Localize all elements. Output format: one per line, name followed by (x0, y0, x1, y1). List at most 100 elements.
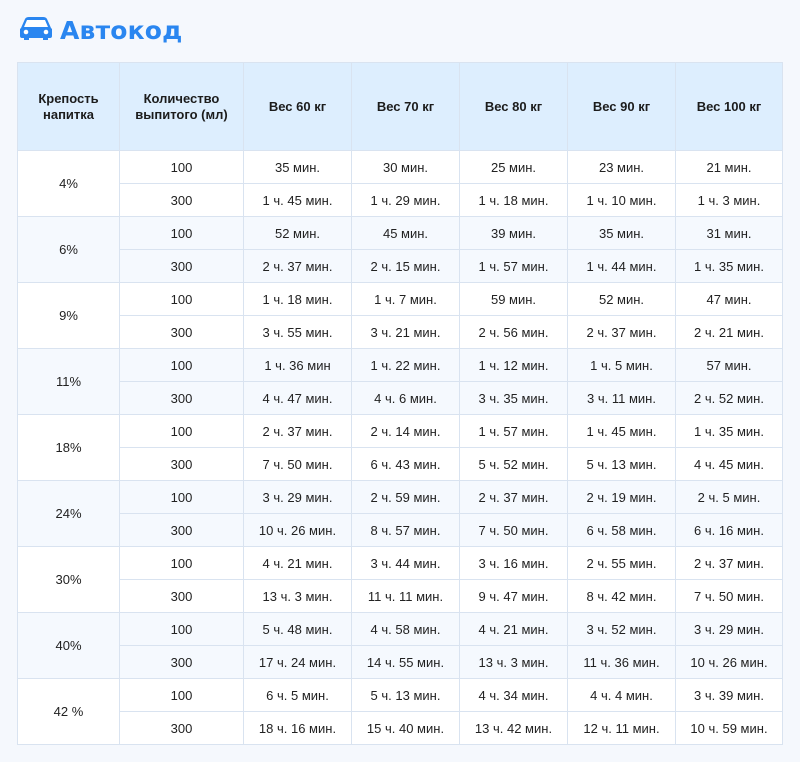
table-row: 300 13 ч. 3 мин. 11 ч. 11 мин. 9 ч. 47 мин.… (18, 579, 783, 613)
time-cell: 2 ч. 14 мин. (351, 414, 460, 448)
time-cell: 3 ч. 29 мин. (243, 480, 352, 514)
time-cell: 13 ч. 3 мин. (459, 645, 568, 679)
time-cell: 5 ч. 13 мин. (351, 678, 460, 712)
time-cell: 6 ч. 5 мин. (243, 678, 352, 712)
table-row: 42 % 100 6 ч. 5 мин. 5 ч. 13 мин. 4 ч. 34 ми… (17, 678, 783, 745)
time-cell: 2 ч. 37 мин. (243, 249, 352, 283)
strength-cell: 9% (17, 282, 120, 349)
time-cell: 1 ч. 5 мин. (567, 348, 676, 382)
time-cell: 8 ч. 57 мин. (351, 513, 460, 547)
time-cell: 35 мин. (567, 216, 676, 250)
time-cell: 18 ч. 16 мин. (243, 711, 352, 745)
amount-cell: 300 (119, 447, 244, 481)
strength-cell: 18% (17, 414, 120, 481)
amount-cell: 300 (119, 645, 244, 679)
time-cell: 17 ч. 24 мин. (243, 645, 352, 679)
time-cell: 2 ч. 37 мин. (675, 546, 783, 580)
strength-cell: 4% (17, 150, 120, 217)
time-cell: 4 ч. 6 мин. (351, 381, 460, 415)
column-header: Вес 90 кг (567, 62, 676, 151)
time-cell: 6 ч. 43 мин. (351, 447, 460, 481)
amount-cell: 100 (119, 348, 244, 382)
amount-cell: 100 (119, 282, 244, 316)
time-cell: 1 ч. 18 мин. (243, 282, 352, 316)
time-cell: 4 ч. 34 мин. (459, 678, 568, 712)
time-cell: 23 мин. (567, 150, 676, 184)
time-cell: 2 ч. 37 мин. (243, 414, 352, 448)
table-body: 4% 100 35 мин. 30 мин. 25 мин. 23 мин. 21 мин.… (17, 150, 783, 745)
table-row: 4% 100 35 мин. 30 мин. 25 мин. 23 мин. 21 мин. (17, 150, 783, 217)
time-cell: 39 мин. (459, 216, 568, 250)
table-row: 300 4 ч. 47 мин. 4 ч. 6 мин. 3 ч. 35 мин. 3 … (18, 381, 783, 415)
time-cell: 2 ч. 37 мин. (567, 315, 676, 349)
table-row: 300 10 ч. 26 мин. 8 ч. 57 мин. 7 ч. 50 мин.… (18, 513, 783, 547)
time-cell: 4 ч. 21 мин. (459, 612, 568, 646)
amount-cell: 100 (119, 150, 244, 184)
amount-cell: 100 (119, 678, 244, 712)
amount-cell: 300 (119, 381, 244, 415)
time-cell: 1 ч. 57 мин. (459, 249, 568, 283)
time-cell: 52 мин. (243, 216, 352, 250)
time-cell: 1 ч. 45 мин. (243, 183, 352, 217)
table-header-row: Крепость напитка Количество выпитого (мл)… (17, 62, 783, 151)
time-cell: 3 ч. 21 мин. (351, 315, 460, 349)
table-row: 30% 100 4 ч. 21 мин. 3 ч. 44 мин. 3 ч. 16 ми… (17, 546, 783, 613)
time-cell: 10 ч. 26 мин. (243, 513, 352, 547)
time-cell: 3 ч. 39 мин. (675, 678, 783, 712)
time-cell: 7 ч. 50 мин. (243, 447, 352, 481)
time-cell: 15 ч. 40 мин. (351, 711, 460, 745)
time-cell: 2 ч. 21 мин. (675, 315, 783, 349)
amount-cell: 300 (119, 183, 244, 217)
time-cell: 3 ч. 44 мин. (351, 546, 460, 580)
table-row: 300 1 ч. 45 мин. 1 ч. 29 мин. 1 ч. 18 мин. 1… (18, 183, 783, 217)
time-cell: 35 мин. (243, 150, 352, 184)
amount-cell: 100 (119, 612, 244, 646)
time-cell: 11 ч. 11 мин. (351, 579, 460, 613)
amount-cell: 300 (119, 249, 244, 283)
strength-cell: 11% (17, 348, 120, 415)
time-cell: 2 ч. 59 мин. (351, 480, 460, 514)
column-header: Вес 100 кг (675, 62, 783, 151)
time-cell: 52 мин. (567, 282, 676, 316)
strength-cell: 40% (17, 612, 120, 679)
time-cell: 12 ч. 11 мин. (567, 711, 676, 745)
table-row: 6% 100 52 мин. 45 мин. 39 мин. 35 мин. 31 мин. (17, 216, 783, 283)
time-cell: 2 ч. 37 мин. (459, 480, 568, 514)
time-cell: 10 ч. 26 мин. (675, 645, 783, 679)
amount-cell: 100 (119, 216, 244, 250)
time-cell: 2 ч. 52 мин. (675, 381, 783, 415)
brand-name: Автокод (60, 16, 183, 45)
table-row: 9% 100 1 ч. 18 мин. 1 ч. 7 мин. 59 мин. 52 ми… (17, 282, 783, 349)
strength-cell: 30% (17, 546, 120, 613)
time-cell: 45 мин. (351, 216, 460, 250)
time-cell: 1 ч. 10 мин. (567, 183, 676, 217)
amount-cell: 300 (119, 579, 244, 613)
amount-cell: 300 (119, 315, 244, 349)
amount-cell: 100 (119, 546, 244, 580)
amount-cell: 300 (119, 513, 244, 547)
time-cell: 3 ч. 52 мин. (567, 612, 676, 646)
time-cell: 1 ч. 29 мин. (351, 183, 460, 217)
column-header: Количество выпитого (мл) (119, 62, 244, 151)
time-cell: 2 ч. 5 мин. (675, 480, 783, 514)
time-cell: 1 ч. 3 мин. (675, 183, 783, 217)
bac-table: Крепость напитка Количество выпитого (мл)… (17, 62, 783, 745)
time-cell: 1 ч. 44 мин. (567, 249, 676, 283)
time-cell: 1 ч. 18 мин. (459, 183, 568, 217)
time-cell: 1 ч. 57 мин. (459, 414, 568, 448)
brand-logo[interactable]: Автокод (18, 15, 183, 46)
column-header: Вес 60 кг (243, 62, 352, 151)
time-cell: 4 ч. 47 мин. (243, 381, 352, 415)
time-cell: 3 ч. 16 мин. (459, 546, 568, 580)
time-cell: 2 ч. 15 мин. (351, 249, 460, 283)
table-row: 18% 100 2 ч. 37 мин. 2 ч. 14 мин. 1 ч. 57 ми… (17, 414, 783, 481)
time-cell: 21 мин. (675, 150, 783, 184)
time-cell: 13 ч. 3 мин. (243, 579, 352, 613)
time-cell: 1 ч. 12 мин. (459, 348, 568, 382)
table-row: 300 7 ч. 50 мин. 6 ч. 43 мин. 5 ч. 52 мин. 5… (18, 447, 783, 481)
table-row: 40% 100 5 ч. 48 мин. 4 ч. 58 мин. 4 ч. 21 ми… (17, 612, 783, 679)
time-cell: 47 мин. (675, 282, 783, 316)
strength-cell: 6% (17, 216, 120, 283)
time-cell: 5 ч. 52 мин. (459, 447, 568, 481)
time-cell: 25 мин. (459, 150, 568, 184)
